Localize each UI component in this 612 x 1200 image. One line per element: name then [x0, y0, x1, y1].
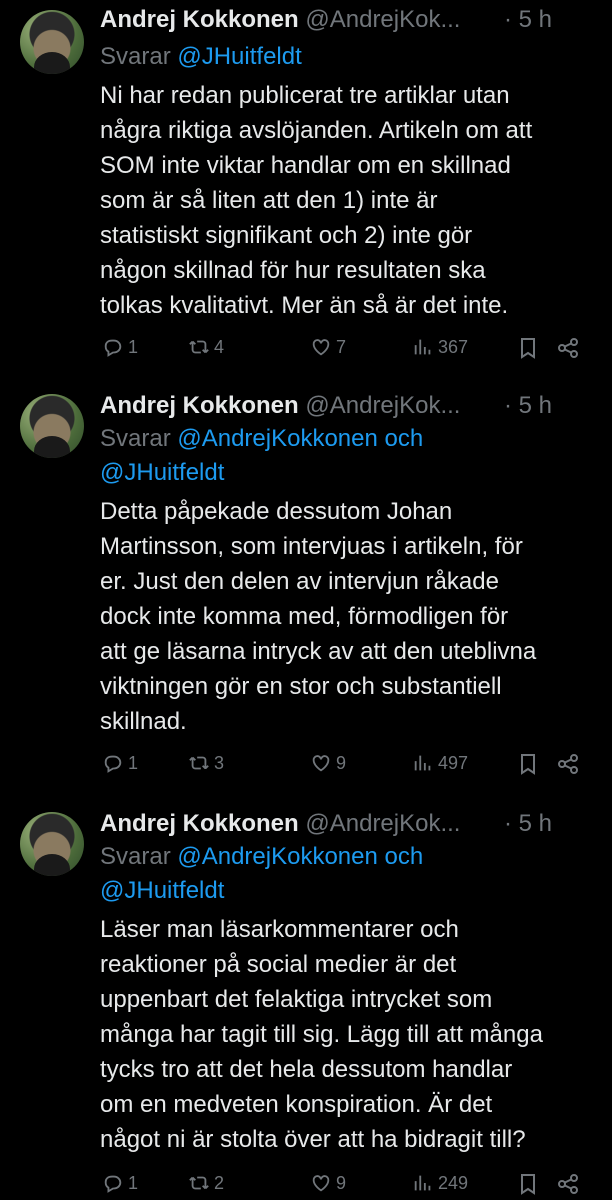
like-count: 9 [336, 1172, 347, 1193]
reply-count: 1 [128, 752, 139, 773]
reply-button[interactable]: 1 [102, 336, 138, 358]
text-line: Läser man läsarkommentarer och [100, 916, 459, 943]
reply-context: Svarar @AndrejKokkonen och @JHuitfeldt [100, 840, 592, 908]
views-icon [414, 339, 431, 355]
text-line: Martinsson, som intervjuas i artikeln, f… [100, 533, 523, 560]
text-line: Ni har redan publicerat tre artiklar uta… [100, 82, 510, 109]
author-handle[interactable]: @AndrejKok... [305, 810, 460, 837]
bookmark-icon [521, 338, 535, 359]
retweet-count: 4 [214, 336, 225, 357]
bookmark-button[interactable] [516, 336, 544, 360]
share-button[interactable] [556, 1172, 584, 1196]
action-bar: 1 3 9 497 [100, 752, 592, 780]
text-line: Detta påpekade dessutom Johan [100, 498, 453, 525]
views-count: 249 [438, 1172, 469, 1193]
reply-prefix: Svarar [100, 43, 171, 70]
text-line: något ni är stolta över att ha bidragit … [100, 1126, 526, 1153]
action-bar: 1 2 9 249 [100, 1172, 592, 1200]
avatar[interactable] [20, 10, 84, 74]
retweet-count: 2 [214, 1172, 225, 1193]
retweet-button[interactable]: 4 [188, 336, 224, 358]
bookmark-button[interactable] [516, 752, 544, 776]
views-count: 497 [438, 752, 469, 773]
share-button[interactable] [556, 752, 584, 776]
text-line: att ge läsarna intryck av att den utebli… [100, 638, 537, 665]
reply-icon [104, 339, 122, 357]
text-line: er. Just den delen av intervjun råkade [100, 568, 499, 595]
heart-icon [312, 339, 330, 356]
reply-button[interactable]: 1 [102, 1172, 138, 1194]
like-button[interactable]: 9 [310, 1172, 346, 1194]
reply-button[interactable]: 1 [102, 752, 138, 774]
action-bar: 1 4 7 367 [100, 336, 592, 364]
views-button[interactable]: 249 [412, 1172, 468, 1194]
views-count: 367 [438, 336, 469, 357]
views-button[interactable]: 367 [412, 336, 468, 358]
bookmark-icon [521, 1174, 535, 1195]
reply-mention[interactable]: @AndrejKokkonen och [177, 425, 423, 452]
heart-icon [312, 755, 330, 772]
reply-icon [104, 755, 122, 773]
text-line: tolkas kvalitativt. Mer än så är det int… [100, 292, 509, 319]
tweet-text: Ni har redan publicerat tre artiklar uta… [100, 78, 594, 323]
text-line: tycks tro att det hela dessutom handlar [100, 1056, 513, 1083]
share-icon [558, 338, 578, 358]
avatar[interactable] [20, 812, 84, 876]
views-icon [414, 1175, 431, 1191]
reply-mention[interactable]: @JHuitfeldt [100, 874, 592, 908]
bookmark-button[interactable] [516, 1172, 544, 1196]
author-name[interactable]: Andrej Kokkonen [100, 6, 299, 33]
tweet-text: Läser man läsarkommentarer och reaktione… [100, 912, 594, 1157]
avatar[interactable] [20, 394, 84, 458]
reply-prefix: Svarar [100, 425, 171, 452]
views-icon [414, 755, 431, 771]
heart-icon [312, 1175, 330, 1192]
text-line: reaktioner på social medier är det [100, 951, 457, 978]
reply-context: Svarar @JHuitfeldt [100, 40, 592, 74]
share-button[interactable] [556, 336, 584, 360]
author-handle[interactable]: @AndrejKok... [305, 392, 460, 419]
author-handle[interactable]: @AndrejKok... [305, 6, 460, 33]
text-line: många har tagit till sig. Lägg till att … [100, 1021, 543, 1048]
timestamp[interactable]: · 5 h [504, 390, 552, 422]
bookmark-icon [521, 754, 535, 775]
text-line: SOM inte viktar handlar om en skillnad [100, 152, 511, 179]
text-line: viktningen gör en stor och substantiell [100, 673, 502, 700]
retweet-button[interactable]: 2 [188, 1172, 224, 1194]
timestamp[interactable]: · 5 h [504, 808, 552, 840]
tweet-text: Detta påpekade dessutom Johan Martinsson… [100, 494, 594, 739]
retweet-icon [189, 1176, 209, 1190]
author-name[interactable]: Andrej Kokkonen [100, 392, 299, 419]
views-button[interactable]: 497 [412, 752, 468, 774]
reply-mention[interactable]: @JHuitfeldt [177, 43, 301, 70]
reply-prefix: Svarar [100, 843, 171, 870]
reply-count: 1 [128, 336, 139, 357]
like-count: 7 [336, 336, 347, 357]
reply-count: 1 [128, 1172, 139, 1193]
reply-mention[interactable]: @AndrejKokkonen och [177, 843, 423, 870]
retweet-button[interactable]: 3 [188, 752, 224, 774]
like-count: 9 [336, 752, 347, 773]
share-icon [558, 1174, 578, 1194]
text-line: några riktiga avslöjanden. Artikeln om a… [100, 117, 533, 144]
author-name[interactable]: Andrej Kokkonen [100, 810, 299, 837]
retweet-icon [189, 340, 209, 354]
retweet-count: 3 [214, 752, 225, 773]
timestamp[interactable]: · 5 h [504, 4, 552, 36]
share-icon [558, 754, 578, 774]
text-line: dock inte komma med, förmodligen för [100, 603, 509, 630]
reply-context: Svarar @AndrejKokkonen och @JHuitfeldt [100, 422, 592, 490]
text-line: statistiskt signifikant och 2) inte gör [100, 222, 473, 249]
text-line: som är så liten att den 1) inte är [100, 187, 438, 214]
like-button[interactable]: 7 [310, 336, 346, 358]
retweet-icon [189, 756, 209, 770]
reply-icon [104, 1175, 122, 1193]
text-line: om en medveten konspiration. Är det [100, 1091, 493, 1118]
like-button[interactable]: 9 [310, 752, 346, 774]
text-line: skillnad. [100, 708, 187, 735]
text-line: uppenbart det felaktiga intrycket som [100, 986, 493, 1013]
text-line: någon skillnad för hur resultaten ska [100, 257, 486, 284]
reply-mention[interactable]: @JHuitfeldt [100, 456, 592, 490]
